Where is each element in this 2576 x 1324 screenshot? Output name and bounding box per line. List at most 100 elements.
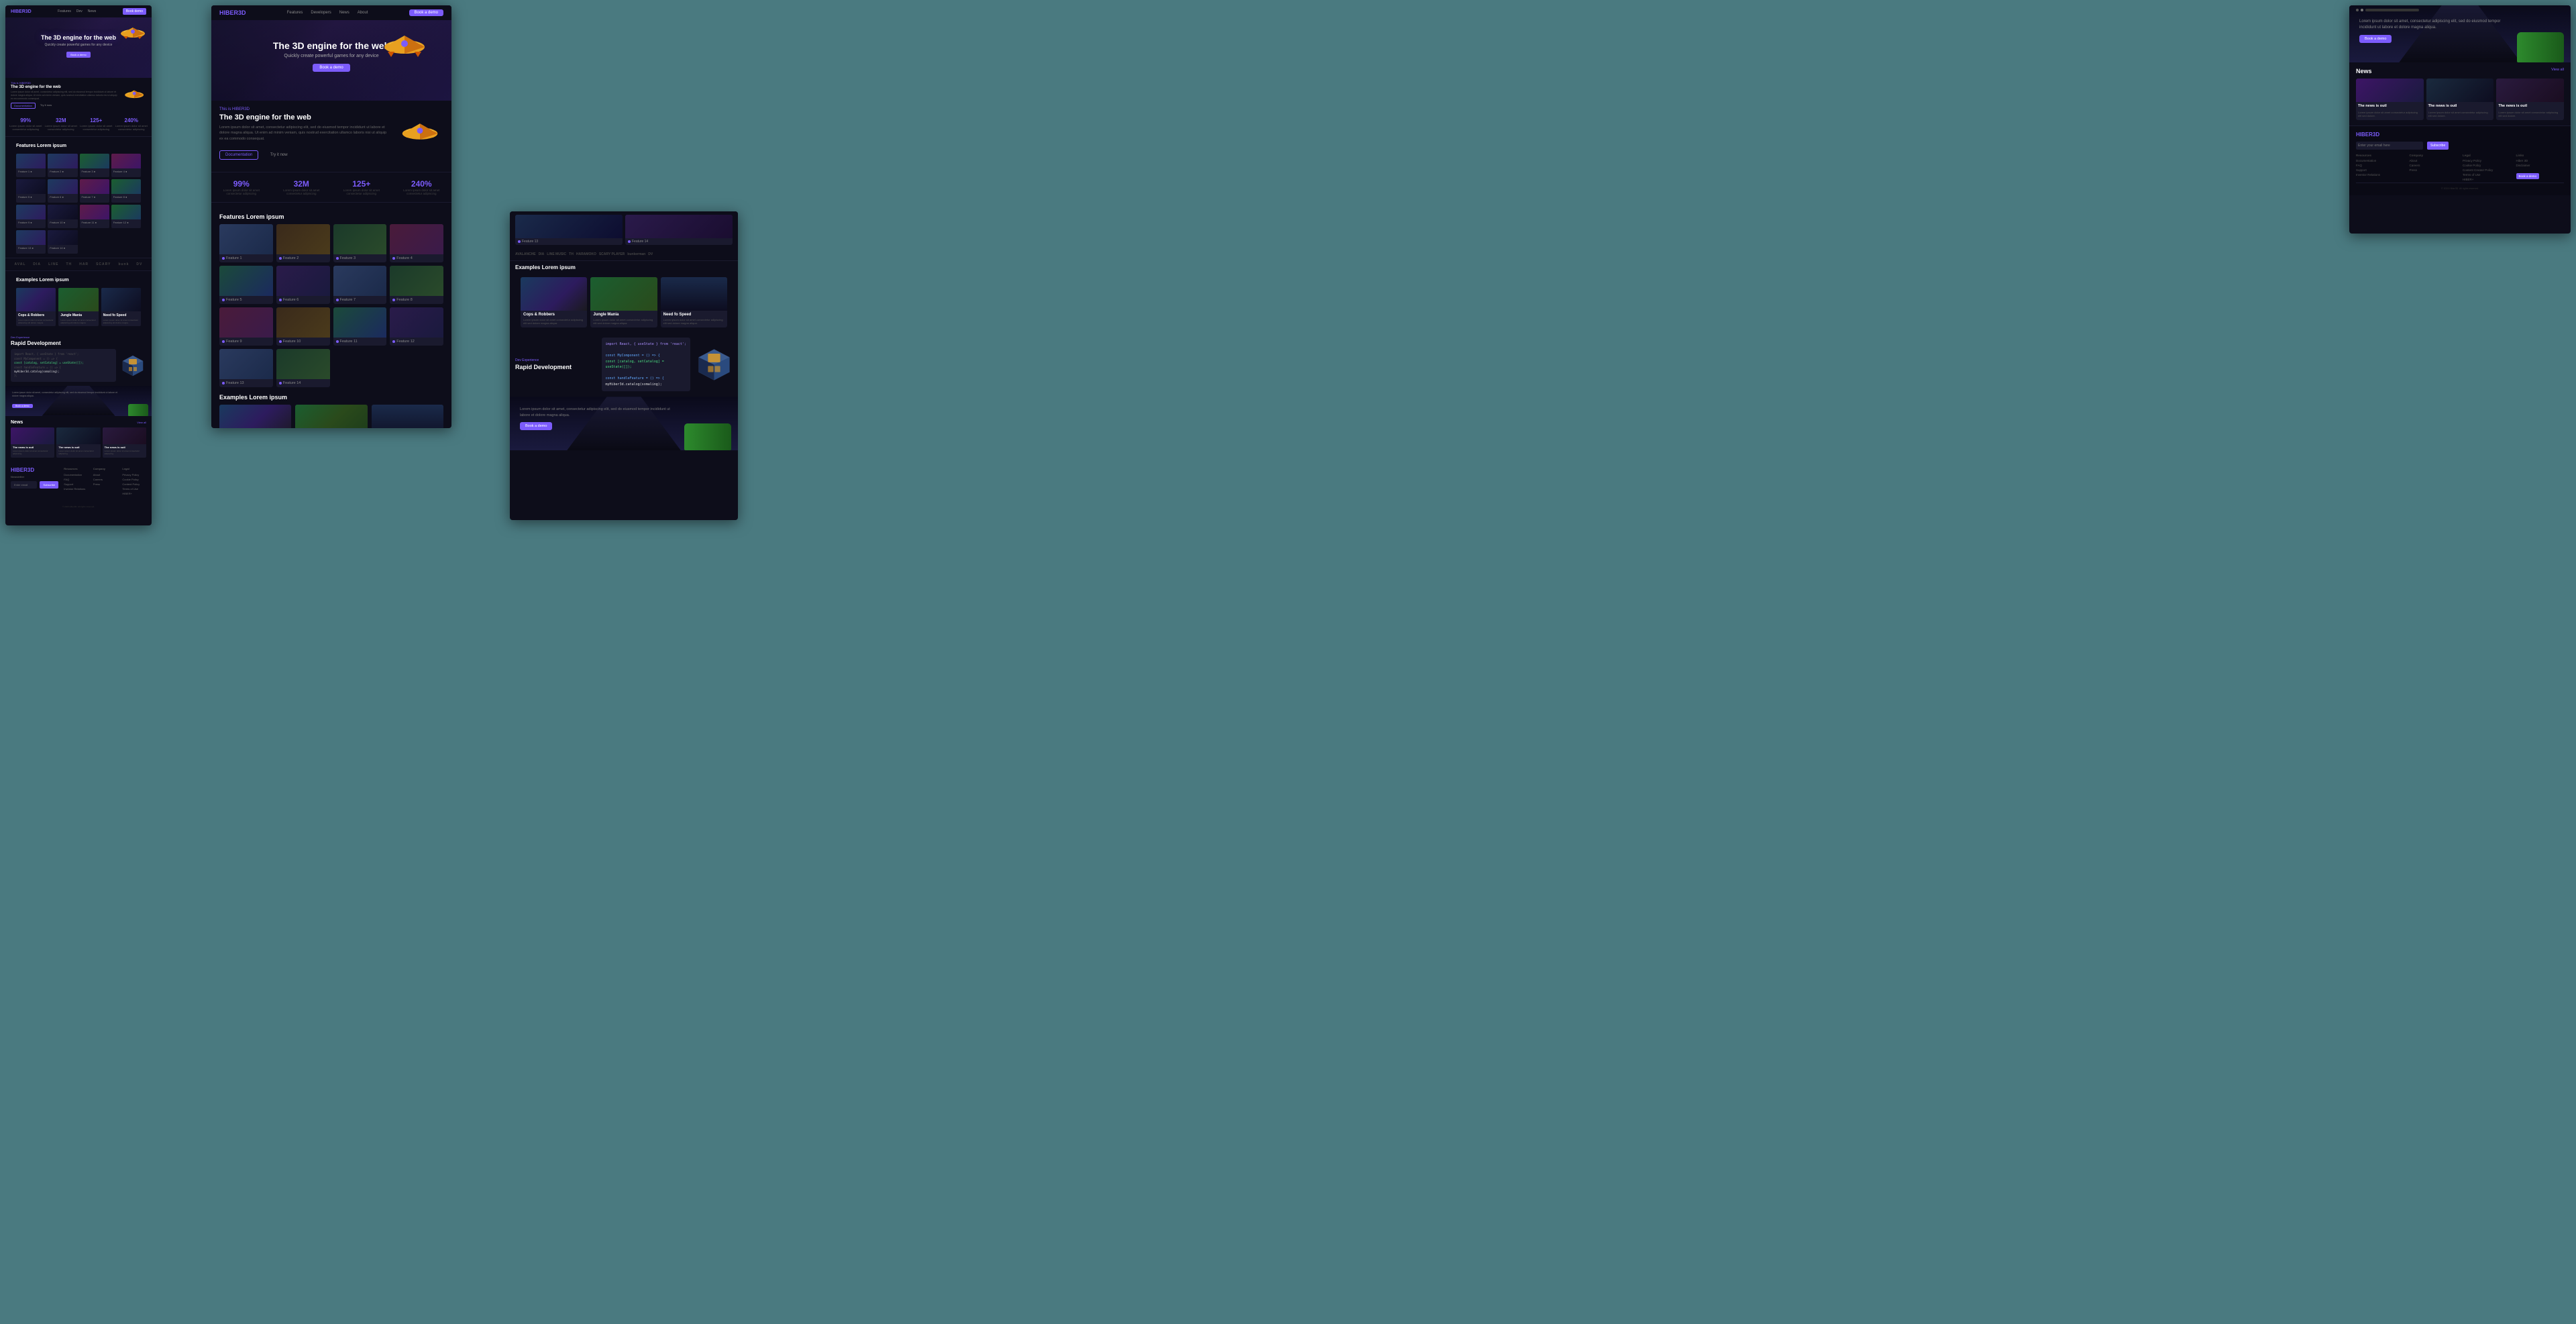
footer-link-press-fr[interactable]: Press <box>2410 168 2458 172</box>
footer-link-cookie-small[interactable]: Cookie Policy <box>122 478 146 481</box>
code-line-6-small: }; <box>14 374 113 378</box>
footer-subscribe-btn-small[interactable]: Subscribe <box>40 481 58 489</box>
news-card-2-fr: The news is outl Lorem ipsum dolor sit a… <box>2426 79 2494 120</box>
footer-logo-small: HIBER3D <box>11 467 58 473</box>
feature-btn-try-small[interactable]: Try it now <box>38 103 54 109</box>
news-desc-1-small: Lorem ipsum dolor sit amet consectetur a… <box>11 450 54 458</box>
feature-dot-7-center <box>336 299 339 301</box>
footer-link-careers-small[interactable]: Careers <box>93 478 117 481</box>
feature-card-11-small: Feature 11 ● <box>80 205 109 228</box>
footer-link-hiber3d-fr[interactable]: Hiber 3D <box>2516 159 2565 162</box>
news-viewall-fr[interactable]: View all <box>2551 68 2564 74</box>
road-btn-small[interactable]: Book a demo <box>12 404 33 408</box>
feature-label-6-center: Feature 6 <box>276 296 330 304</box>
dot-1-fr <box>2356 9 2359 11</box>
feature-img-14-small <box>48 230 77 245</box>
feature-title-center: The 3D engine for the web <box>219 113 390 121</box>
feature-label-6-small: Feature 6 ● <box>48 194 77 200</box>
feature-card-9-center: Feature 9 <box>219 307 273 346</box>
footer-link-careers-fr[interactable]: Careers <box>2410 164 2458 167</box>
footer-link-privacy-small[interactable]: Privacy Policy <box>122 473 146 476</box>
road-btn-mr[interactable]: Book a demo <box>520 422 552 430</box>
feature-grid-small: Feature 1 ● Feature 2 ● Feature 3 ● Feat… <box>11 151 146 256</box>
feature-btn-doc-center[interactable]: Documentation <box>219 150 258 160</box>
footer-link-privacy-fr[interactable]: Privacy Policy <box>2463 159 2511 162</box>
footer-link-terms-fr[interactable]: Terms of Use <box>2463 173 2511 176</box>
news-viewall-small[interactable]: View all <box>137 421 146 424</box>
footer-link-disclaimer-fr[interactable]: Disclaimer <box>2516 164 2565 167</box>
examples-mr-section: Examples Lorem ipsum Cops & Robbers Lore… <box>510 261 738 332</box>
footer-link-doc-fr[interactable]: Documentation <box>2356 159 2404 162</box>
footer-link-doc-small[interactable]: Documentation <box>64 473 88 476</box>
stat-value-4-small: 240% <box>115 117 148 123</box>
footer-link-content-small[interactable]: Content Policy <box>122 482 146 486</box>
road-btn-fr[interactable]: Book a demo <box>2359 35 2392 43</box>
feature-card-13-small: Feature 13 ● <box>16 230 46 254</box>
news-title-fr: News <box>2356 68 2372 74</box>
news-desc-2-fr: Lorem ipsum dolor sit amet consectetur a… <box>2426 111 2494 119</box>
footer-cta-fr[interactable]: Book a demo <box>2516 173 2540 179</box>
example-cops-center: Cops & Robbers Lorem ipsum dolor sit ame… <box>219 405 291 428</box>
feature-btn-try-center[interactable]: Try it now <box>265 151 293 159</box>
stat-3-small: 125+ Lorem ipsum dolor sit ametconsectet… <box>80 117 112 131</box>
footer-link-faq-fr[interactable]: FAQ <box>2356 164 2404 167</box>
footer-link-content-fr[interactable]: Content Creator Policy <box>2463 168 2511 172</box>
footer-link-support-fr[interactable]: Support <box>2356 168 2404 172</box>
footer-email-input-small[interactable] <box>11 481 37 489</box>
stat-desc-2-center: Lorem ipsum dolor sit ametconsectetur ad… <box>283 189 319 195</box>
feature-card-4-center: Feature 4 <box>390 224 443 262</box>
feature-img-3-center <box>333 224 387 254</box>
nav-bar-fr <box>2365 9 2419 11</box>
stat-label-4-small: Lorem ipsum dolor sit ametconsectetur ad… <box>115 124 148 131</box>
feature-card-3-small: Feature 3 ● <box>80 154 109 177</box>
feature-card-7-small: Feature 7 ● <box>80 179 109 203</box>
partner-8-mr: DV <box>648 252 653 256</box>
partner-6-mr: SCARY PLAYER <box>599 252 625 256</box>
feature-label-1-center: Feature 1 <box>219 254 273 262</box>
code-6-mr: const handleFeature = () => { <box>606 376 687 382</box>
feature-dot-9-center <box>222 340 225 343</box>
feature-dot-4-center <box>392 257 395 260</box>
feature-btn-doc-small[interactable]: Documentation <box>11 103 36 109</box>
hero-btn-small[interactable]: Book a demo <box>66 52 91 58</box>
feature-label-1-small: Feature 1 ● <box>16 168 46 174</box>
example-speed-center: Need fo Speed Lorem ipsum dolor sit amet… <box>372 405 443 428</box>
footer-col-addl-fr: Links Hiber 3D Disclaimer Book a demo <box>2516 154 2565 183</box>
footer-link-faq-small[interactable]: FAQ <box>64 478 88 481</box>
footer-link-about-fr[interactable]: About <box>2410 159 2458 162</box>
footer-link-investor-small[interactable]: Investor Relations <box>64 487 88 491</box>
footer-link-cookie-fr[interactable]: Cookie Policy <box>2463 164 2511 167</box>
feature-label-9-small: Feature 9 ● <box>16 219 46 225</box>
footer-link-press-small[interactable]: Press <box>93 482 117 486</box>
footer-link-terms-small[interactable]: Terms of Use <box>122 487 146 491</box>
code-block-small: import React, { useState } from 'react';… <box>11 349 116 381</box>
feature-label-13-mr: Feature 13 <box>515 238 623 245</box>
feature-img-4-center <box>390 224 443 254</box>
nav-links-small: Features Dev News <box>58 9 96 13</box>
news-card-3-small: The news is outl Lorem ipsum dolor sit a… <box>103 427 146 458</box>
feature-img-7-small <box>80 179 109 194</box>
footer-subscribe-btn-fr[interactable]: Subscribe <box>2427 142 2449 150</box>
footer-link-investor-fr[interactable]: Investor Relations <box>2356 173 2404 176</box>
news-card-3-fr: The news is outl Lorem ipsum dolor sit a… <box>2496 79 2564 120</box>
footer-fr: HIBER3D Subscribe Resources Documentatio… <box>2349 126 2571 195</box>
footer-link-hiber-small[interactable]: HIBER+ <box>122 492 146 495</box>
footer-link-support-small[interactable]: Support <box>64 482 88 486</box>
hero-btn-center[interactable]: Book a demo <box>313 64 350 72</box>
footer-link-about-small[interactable]: About <box>93 473 117 476</box>
feature-btns-small: Documentation Try it now <box>11 103 119 109</box>
footer-link-hiber-fr[interactable]: HIBER+ <box>2463 178 2511 181</box>
nav-cta-small[interactable]: Book demo <box>123 8 146 15</box>
news-text-2-fr: The news is outl <box>2426 102 2494 111</box>
feature-img-14-mr <box>625 215 733 238</box>
feature-label-3-small: Feature 3 ● <box>80 168 109 174</box>
nav-developers-center: Developers <box>311 11 331 15</box>
nav-cta-center[interactable]: Book a demo <box>409 9 443 16</box>
example-cops-img-small <box>16 288 56 311</box>
example-speed-img-mr <box>661 277 727 311</box>
feature-dot-12-center <box>392 340 395 343</box>
feature-img-5-center <box>219 266 273 296</box>
footer-email-input-fr[interactable] <box>2356 142 2423 150</box>
example-speed-title-small: Need fo Speed <box>101 311 141 319</box>
feature-label-5-center: Feature 5 <box>219 296 273 304</box>
